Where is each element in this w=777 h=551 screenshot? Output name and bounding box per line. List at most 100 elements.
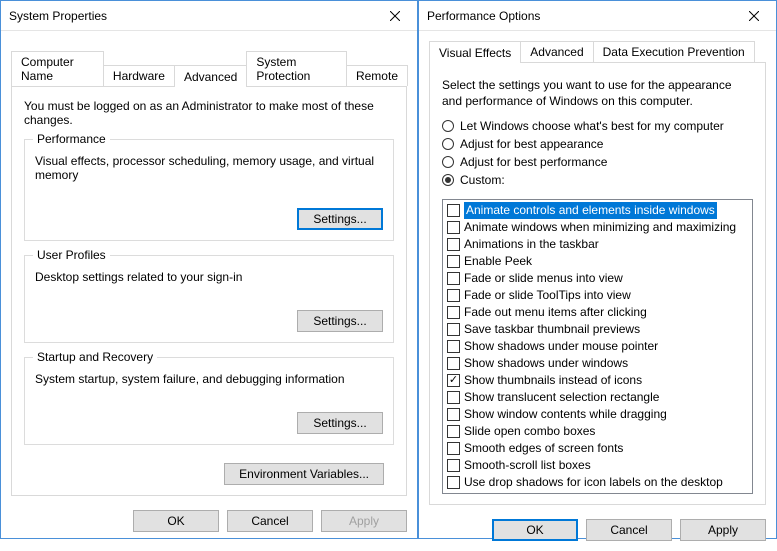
cancel-button[interactable]: Cancel: [227, 510, 313, 532]
checkbox-item[interactable]: Show translucent selection rectangle: [445, 389, 750, 406]
dialog-footer: OK Cancel Apply: [419, 511, 776, 551]
checkbox-item[interactable]: Smooth edges of screen fonts: [445, 440, 750, 457]
ok-button[interactable]: OK: [133, 510, 219, 532]
checkbox-item[interactable]: Animate controls and elements inside win…: [445, 202, 750, 219]
tab-system-protection[interactable]: System Protection: [246, 51, 347, 86]
radio-group: Let Windows choose what's best for my co…: [442, 119, 753, 191]
tab-advanced[interactable]: Advanced: [520, 41, 593, 62]
environment-variables-button[interactable]: Environment Variables...: [224, 463, 384, 485]
checkbox-icon: [447, 221, 460, 234]
checkbox-label: Use drop shadows for icon labels on the …: [464, 474, 723, 491]
checkbox-item[interactable]: Save taskbar thumbnail previews: [445, 321, 750, 338]
radio-label: Adjust for best appearance: [460, 137, 603, 151]
checkbox-icon: [447, 425, 460, 438]
checkbox-icon: [447, 357, 460, 370]
radio-icon: [442, 138, 454, 150]
checkbox-item[interactable]: Show shadows under mouse pointer: [445, 338, 750, 355]
checkbox-item[interactable]: Show shadows under windows: [445, 355, 750, 372]
tabstrip: Computer NameHardwareAdvancedSystem Prot…: [11, 51, 407, 86]
apply-button[interactable]: Apply: [680, 519, 766, 541]
radio-icon: [442, 120, 454, 132]
ok-button[interactable]: OK: [492, 519, 578, 541]
tab-advanced[interactable]: Advanced: [174, 65, 247, 87]
tab-data-execution-prevention[interactable]: Data Execution Prevention: [593, 41, 755, 62]
checkbox-label: Save taskbar thumbnail previews: [464, 321, 640, 338]
checkbox-icon: [447, 204, 460, 217]
radio-icon: [442, 174, 454, 186]
radio-label: Custom:: [460, 173, 505, 187]
checkbox-icon: [447, 272, 460, 285]
tab-visual-effects[interactable]: Visual Effects: [429, 41, 521, 63]
tabstrip: Visual EffectsAdvancedData Execution Pre…: [429, 41, 766, 62]
checkbox-label: Fade out menu items after clicking: [464, 304, 647, 321]
group-user-profiles: User Profiles Desktop settings related t…: [24, 255, 394, 343]
radio-option[interactable]: Adjust for best appearance: [442, 137, 753, 151]
system-properties-dialog: System Properties Computer NameHardwareA…: [0, 0, 418, 539]
checkbox-icon: [447, 442, 460, 455]
close-button[interactable]: [372, 1, 417, 30]
tab-hardware[interactable]: Hardware: [103, 65, 175, 86]
dialog-body: Computer NameHardwareAdvancedSystem Prot…: [1, 31, 417, 502]
checkbox-item[interactable]: Fade or slide menus into view: [445, 270, 750, 287]
apply-button[interactable]: Apply: [321, 510, 407, 532]
performance-settings-button[interactable]: Settings...: [297, 208, 383, 230]
dialog-footer: OK Cancel Apply: [1, 502, 417, 542]
checkbox-item[interactable]: Use drop shadows for icon labels on the …: [445, 474, 750, 491]
startup-recovery-settings-button[interactable]: Settings...: [297, 412, 383, 434]
checkbox-item[interactable]: Fade or slide ToolTips into view: [445, 287, 750, 304]
radio-label: Let Windows choose what's best for my co…: [460, 119, 724, 133]
tab-remote[interactable]: Remote: [346, 65, 408, 86]
checkbox-label: Fade or slide menus into view: [464, 270, 623, 287]
radio-label: Adjust for best performance: [460, 155, 607, 169]
checkbox-label: Show translucent selection rectangle: [464, 389, 659, 406]
window-title: System Properties: [9, 9, 372, 23]
visual-effects-listbox[interactable]: Animate controls and elements inside win…: [442, 199, 753, 494]
checkbox-icon: [447, 374, 460, 387]
checkbox-icon: [447, 391, 460, 404]
close-icon: [390, 11, 400, 21]
radio-option[interactable]: Custom:: [442, 173, 753, 187]
group-legend: Startup and Recovery: [33, 350, 157, 364]
checkbox-icon: [447, 340, 460, 353]
checkbox-item[interactable]: Animate windows when minimizing and maxi…: [445, 219, 750, 236]
checkbox-label: Fade or slide ToolTips into view: [464, 287, 631, 304]
checkbox-icon: [447, 306, 460, 319]
radio-option[interactable]: Let Windows choose what's best for my co…: [442, 119, 753, 133]
checkbox-label: Animate controls and elements inside win…: [464, 202, 717, 219]
checkbox-item[interactable]: Show window contents while dragging: [445, 406, 750, 423]
group-performance: Performance Visual effects, processor sc…: [24, 139, 394, 241]
tab-panel-visual-effects: Select the settings you want to use for …: [429, 62, 766, 505]
checkbox-item[interactable]: Slide open combo boxes: [445, 423, 750, 440]
group-desc: Visual effects, processor scheduling, me…: [35, 154, 383, 182]
performance-options-dialog: Performance Options Visual EffectsAdvanc…: [418, 0, 777, 539]
checkbox-item[interactable]: Fade out menu items after clicking: [445, 304, 750, 321]
tab-computer-name[interactable]: Computer Name: [11, 51, 104, 86]
titlebar: System Properties: [1, 1, 417, 31]
dialog-body: Visual EffectsAdvancedData Execution Pre…: [419, 31, 776, 511]
checkbox-item[interactable]: Show thumbnails instead of icons: [445, 372, 750, 389]
checkbox-label: Animations in the taskbar: [464, 236, 599, 253]
radio-icon: [442, 156, 454, 168]
checkbox-label: Smooth-scroll list boxes: [464, 457, 591, 474]
group-legend: Performance: [33, 132, 110, 146]
checkbox-icon: [447, 459, 460, 472]
admin-note: You must be logged on as an Administrato…: [24, 99, 394, 127]
cancel-button[interactable]: Cancel: [586, 519, 672, 541]
checkbox-item[interactable]: Enable Peek: [445, 253, 750, 270]
window-title: Performance Options: [427, 9, 731, 23]
radio-option[interactable]: Adjust for best performance: [442, 155, 753, 169]
checkbox-icon: [447, 238, 460, 251]
checkbox-item[interactable]: Smooth-scroll list boxes: [445, 457, 750, 474]
checkbox-label: Animate windows when minimizing and maxi…: [464, 219, 736, 236]
checkbox-icon: [447, 476, 460, 489]
group-startup-recovery: Startup and Recovery System startup, sys…: [24, 357, 394, 445]
close-button[interactable]: [731, 1, 776, 30]
checkbox-label: Show thumbnails instead of icons: [464, 372, 642, 389]
group-legend: User Profiles: [33, 248, 110, 262]
user-profiles-settings-button[interactable]: Settings...: [297, 310, 383, 332]
titlebar: Performance Options: [419, 1, 776, 31]
checkbox-item[interactable]: Animations in the taskbar: [445, 236, 750, 253]
checkbox-icon: [447, 255, 460, 268]
checkbox-icon: [447, 408, 460, 421]
group-desc: Desktop settings related to your sign-in: [35, 270, 383, 284]
